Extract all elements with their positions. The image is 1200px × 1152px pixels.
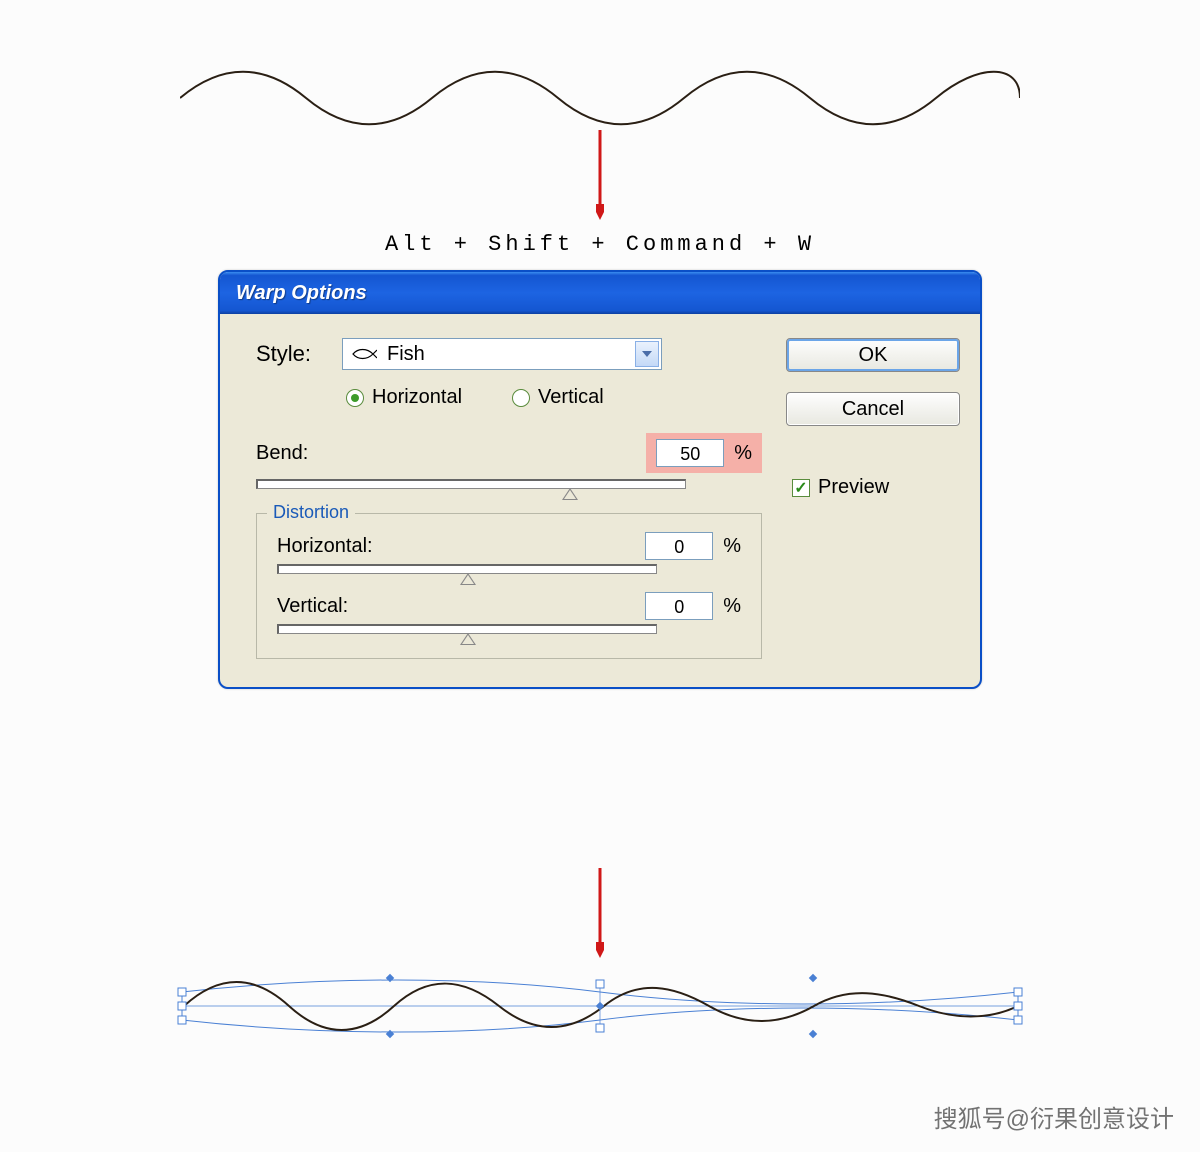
warped-result-path — [174, 972, 1026, 1040]
style-dropdown[interactable]: Fish — [342, 338, 662, 370]
bend-value-highlight: 50 % — [646, 433, 762, 473]
horizontal-radio[interactable]: Horizontal — [346, 386, 462, 409]
style-value: Fish — [387, 343, 425, 366]
vertical-radio[interactable]: Vertical — [512, 386, 604, 409]
vertical-radio-label: Vertical — [538, 386, 604, 409]
radio-checked-icon — [346, 389, 364, 407]
cancel-button[interactable]: Cancel — [786, 392, 960, 426]
keyboard-shortcut: Alt + Shift + Command + W — [0, 232, 1200, 257]
distortion-horizontal-input[interactable]: 0 — [645, 532, 713, 560]
bend-input[interactable]: 50 — [656, 439, 724, 467]
bend-label: Bend: — [256, 442, 308, 465]
arrow-down-icon — [596, 868, 604, 958]
bend-unit: % — [734, 442, 752, 465]
slider-thumb-icon[interactable] — [460, 573, 476, 585]
original-wave-path — [180, 68, 1020, 128]
fish-icon — [351, 346, 377, 362]
distortion-horizontal-slider[interactable] — [277, 564, 657, 574]
distortion-group: Distortion Horizontal: 0 % Vertical: 0 % — [256, 513, 762, 659]
distortion-vertical-slider[interactable] — [277, 624, 657, 634]
watermark: 搜狐号@衍果创意设计 — [934, 1099, 1174, 1134]
preview-label: Preview — [818, 476, 889, 499]
distortion-vertical-unit: % — [723, 595, 741, 618]
distortion-vertical-input[interactable]: 0 — [645, 592, 713, 620]
style-label: Style: — [256, 341, 326, 367]
radio-unchecked-icon — [512, 389, 530, 407]
arrow-down-icon — [596, 130, 604, 220]
dialog-title: Warp Options — [236, 282, 367, 305]
warp-options-dialog: Warp Options Style: Fish — [218, 270, 982, 689]
dialog-titlebar[interactable]: Warp Options — [220, 272, 980, 314]
ok-button[interactable]: OK — [786, 338, 960, 372]
slider-thumb-icon[interactable] — [460, 633, 476, 645]
distortion-vertical-label: Vertical: — [277, 595, 348, 618]
distortion-horizontal-unit: % — [723, 535, 741, 558]
ok-button-label: OK — [859, 344, 888, 367]
slider-thumb-icon[interactable] — [562, 488, 578, 500]
distortion-horizontal-label: Horizontal: — [277, 535, 373, 558]
preview-checkbox[interactable]: ✓ Preview — [792, 476, 960, 499]
chevron-down-icon — [635, 341, 659, 367]
horizontal-radio-label: Horizontal — [372, 386, 462, 409]
distortion-legend: Distortion — [267, 502, 355, 523]
cancel-button-label: Cancel — [842, 398, 904, 421]
checkbox-checked-icon: ✓ — [792, 479, 810, 497]
bend-slider[interactable] — [256, 479, 686, 489]
